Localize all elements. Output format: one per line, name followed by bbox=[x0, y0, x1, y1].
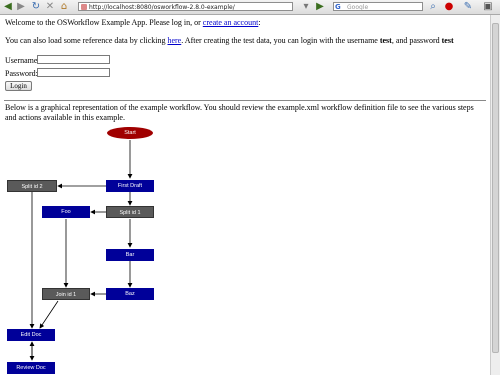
browser-toolbar: ◀ ▶ ↻ ✕ ⌂ http://localhost:8080/osworkfl… bbox=[0, 0, 500, 15]
stop-icon[interactable]: ✕ bbox=[44, 1, 56, 13]
vertical-scrollbar[interactable] bbox=[490, 15, 500, 375]
address-bar[interactable]: http://localhost:8080/osworkflow-2.8.0-e… bbox=[78, 2, 293, 11]
dropdown-icon[interactable]: ▾ bbox=[300, 1, 312, 13]
scrollbar-thumb[interactable] bbox=[492, 23, 499, 353]
address-url: http://localhost:8080/osworkflow-2.8.0-e… bbox=[89, 4, 235, 11]
go-icon[interactable]: ▶ bbox=[314, 1, 326, 13]
node-review-doc: Review Doc bbox=[7, 362, 55, 374]
home-icon[interactable]: ⌂ bbox=[58, 1, 70, 13]
node-bar: Bar bbox=[106, 249, 154, 261]
search-go-icon[interactable]: ⌕ bbox=[427, 1, 439, 13]
node-start: Start bbox=[107, 127, 153, 139]
google-icon: G bbox=[335, 3, 341, 11]
node-foo: Foo bbox=[42, 206, 90, 218]
search-input[interactable]: G Google bbox=[333, 2, 423, 11]
node-edit-doc: Edit Doc bbox=[7, 329, 55, 341]
node-split-2: Split id 2 bbox=[7, 180, 57, 192]
node-join-1: Join id 1 bbox=[42, 288, 90, 300]
favicon-icon bbox=[81, 4, 87, 10]
node-first-draft: First Draft bbox=[106, 180, 154, 192]
menu-icon[interactable]: ▣ bbox=[482, 1, 494, 13]
search-placeholder: Google bbox=[347, 4, 369, 11]
reload-icon[interactable]: ↻ bbox=[30, 1, 42, 13]
page-content: Welcome to the OSWorkflow Example App. P… bbox=[0, 15, 490, 375]
extension-icon[interactable]: ✎ bbox=[462, 1, 474, 13]
adblock-icon[interactable]: ● bbox=[443, 1, 455, 13]
back-icon[interactable]: ◀ bbox=[2, 1, 14, 13]
node-baz: Baz bbox=[106, 288, 154, 300]
workflow-connectors bbox=[29, 140, 133, 361]
forward-icon[interactable]: ▶ bbox=[15, 1, 27, 13]
node-split-1: Split id 1 bbox=[106, 206, 154, 218]
